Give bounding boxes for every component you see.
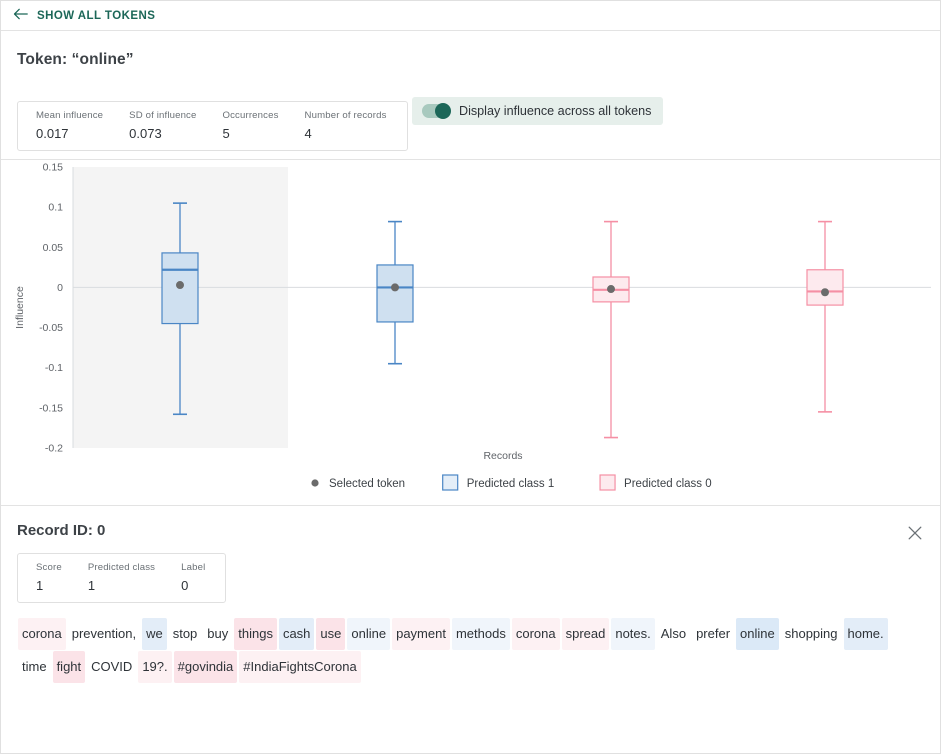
page-title: Token: “online” — [17, 51, 134, 68]
stat-predicted-class: Predicted class 1 — [76, 562, 169, 593]
record-token[interactable]: buy — [203, 618, 232, 650]
record-token[interactable]: prevention, — [68, 618, 140, 650]
box-plot-1[interactable] — [376, 220, 414, 365]
stat-value: 1 — [87, 578, 96, 593]
record-token[interactable]: prefer — [692, 618, 734, 650]
x-axis-title: Records — [483, 450, 522, 462]
stat-label: Label 0 — [169, 562, 219, 593]
record-title: Record ID: 0 — [17, 522, 106, 539]
record-token[interactable]: online — [736, 618, 779, 650]
legend-item-1[interactable]: Predicted class 1 — [442, 474, 555, 491]
arrow-left-icon — [13, 7, 28, 25]
record-stats-box: Score 1 Predicted class 1 Label 0 — [17, 553, 227, 603]
stat-label: Number of records — [304, 110, 387, 121]
stat-label: Occurrences — [222, 110, 279, 121]
y-axis-tick-label: 0.15 — [43, 162, 64, 174]
token-detail-panel: Token: “online” Mean influence 0.017 SD … — [1, 31, 940, 160]
legend-dot-marker — [311, 479, 319, 487]
stat-occurrences: Occurrences 5 — [210, 110, 292, 141]
selected-token-point — [821, 288, 829, 297]
y-axis-tick-label: -0.15 — [39, 402, 63, 414]
show-all-tokens-label: SHOW ALL TOKENS — [37, 9, 156, 22]
stat-score: Score 1 — [24, 562, 76, 593]
y-axis-tick-label: 0.1 — [48, 202, 63, 214]
record-token[interactable]: spread — [561, 618, 610, 650]
record-token[interactable]: notes. — [611, 618, 655, 650]
stat-label: Mean influence — [36, 110, 104, 121]
stat-value: 0.073 — [129, 126, 162, 141]
record-token-list: corona prevention, we stop buy things cash use o… — [17, 618, 924, 684]
record-token[interactable]: corona — [18, 618, 66, 650]
toggle-knob — [434, 103, 451, 119]
token-influence-app: SHOW ALL TOKENS Token: “online” Mean inf… — [0, 0, 941, 754]
stat-value: 0 — [181, 578, 189, 593]
box-iqr — [806, 269, 844, 306]
y-axis-tick-label: -0.05 — [39, 322, 63, 334]
stat-label: SD of influence — [129, 110, 197, 121]
influence-box-plot-chart: 0.15 0.1 0.05 0 -0.05 -0.1 -0.15 -0.2 Influence R… — [1, 160, 940, 505]
stat-number-of-records: Number of records 4 — [293, 110, 401, 141]
record-token[interactable]: stop — [169, 618, 202, 650]
record-token[interactable]: COVID — [87, 651, 136, 683]
box-plot-2[interactable] — [592, 220, 630, 439]
stat-mean-influence: Mean influence 0.017 — [24, 110, 117, 141]
top-bar: SHOW ALL TOKENS — [1, 1, 940, 31]
legend-label: Predicted class 1 — [467, 478, 555, 490]
y-axis-tick-label: -0.2 — [45, 443, 63, 455]
legend-item-2[interactable]: Predicted class 0 — [599, 474, 712, 491]
close-icon[interactable] — [902, 520, 928, 546]
selected-token-point — [391, 283, 399, 292]
record-token[interactable]: corona — [511, 618, 560, 650]
record-token[interactable]: we — [142, 618, 167, 650]
legend-label: Selected token — [329, 478, 405, 490]
record-token[interactable]: 19?. — [138, 651, 172, 683]
legend-item-0[interactable]: Selected token — [311, 478, 405, 490]
record-token[interactable]: #govindia — [173, 651, 238, 683]
stat-value: 1 — [36, 578, 44, 593]
record-token[interactable]: time — [18, 651, 51, 683]
y-axis-tick-label: -0.1 — [45, 362, 63, 374]
selected-token-point — [176, 281, 184, 290]
toggle-switch[interactable] — [421, 103, 451, 119]
legend-label: Predicted class 0 — [624, 478, 712, 490]
record-token[interactable]: Also — [657, 618, 690, 650]
y-axis-title: Influence — [14, 286, 26, 329]
record-token[interactable]: online — [347, 618, 391, 650]
record-token[interactable]: home. — [843, 618, 888, 650]
record-token[interactable]: shopping — [781, 618, 842, 650]
toggle-label: Display influence across all tokens — [458, 104, 652, 118]
stat-value: 5 — [222, 126, 230, 141]
show-all-tokens-link[interactable]: SHOW ALL TOKENS — [13, 7, 155, 25]
record-token[interactable]: use — [316, 618, 346, 650]
y-axis-tick-label: 0.05 — [43, 242, 64, 254]
stat-sd-influence: SD of influence 0.073 — [117, 110, 210, 141]
token-stats-box: Mean influence 0.017 SD of influence 0.0… — [17, 101, 408, 151]
stat-label: Label — [181, 562, 206, 573]
stat-value: 4 — [304, 126, 312, 141]
record-token[interactable]: things — [234, 618, 277, 650]
stat-label: Predicted class — [87, 562, 156, 573]
record-detail-panel: Record ID: 0 Score 1 Predicted class 1 L… — [1, 505, 940, 694]
record-token[interactable]: methods — [451, 618, 510, 650]
stat-label: Score — [36, 562, 62, 573]
stat-value: 0.017 — [36, 126, 69, 141]
box-plot-3[interactable] — [806, 220, 844, 413]
y-axis-tick-label: 0 — [57, 282, 63, 294]
chart-canvas: 0.15 0.1 0.05 0 -0.05 -0.1 -0.15 -0.2 Influence R… — [14, 162, 931, 491]
legend-square-marker — [442, 474, 459, 491]
record-token[interactable]: fight — [52, 651, 86, 683]
box-iqr — [376, 264, 414, 323]
record-token[interactable]: #IndiaFightsCorona — [239, 651, 361, 683]
record-token[interactable]: cash — [278, 618, 315, 650]
display-influence-toggle[interactable]: Display influence across all tokens — [411, 97, 664, 125]
selected-token-point — [607, 285, 615, 294]
record-token[interactable]: payment — [392, 618, 450, 650]
legend-square-marker — [599, 474, 616, 491]
